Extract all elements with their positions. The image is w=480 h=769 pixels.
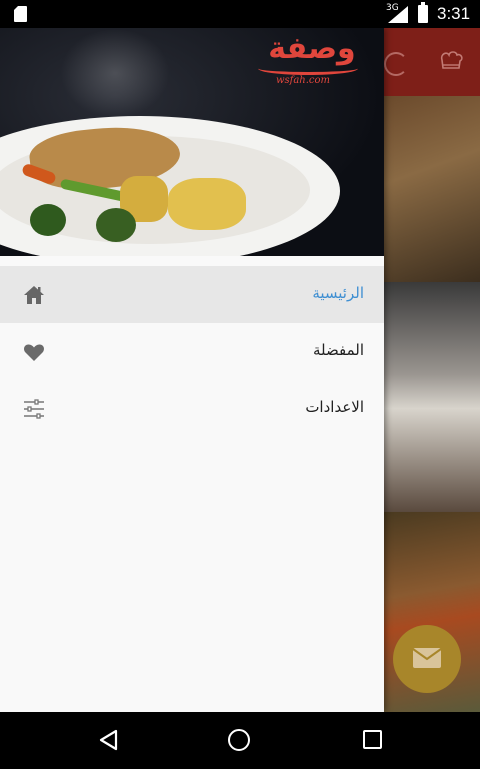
system-nav-bar [0,712,480,769]
home-icon [24,286,44,304]
back-icon[interactable] [98,729,118,751]
chef-hat-icon[interactable] [438,50,464,72]
menu-item-label: الاعدادات [305,398,364,416]
navigation-drawer: وصفة wsfah.com الرئيسية المفضلة الاعدادا… [0,28,384,712]
logo-swoosh [258,62,358,75]
signal-icon [388,6,408,23]
logo-arabic: وصفة [268,31,356,66]
menu-item-label: الرئيسية [312,284,364,302]
menu-item-settings[interactable]: الاعدادات [0,380,384,437]
recents-icon[interactable] [363,730,382,749]
drawer-header-image: وصفة wsfah.com [0,28,384,256]
refresh-icon[interactable] [384,52,408,76]
recipe-card[interactable] [384,96,480,282]
broccoli [30,204,66,236]
menu-item-favorites[interactable]: المفضلة [0,323,384,380]
drawer-menu: الرئيسية المفضلة الاعدادات [0,266,384,437]
sd-card-icon [14,6,27,22]
home-circle-icon[interactable] [228,729,250,751]
heart-icon [24,344,44,361]
mail-fab-button[interactable] [393,625,461,693]
broccoli [96,208,136,242]
battery-icon [418,2,428,23]
status-bar: 3G 3:31 [0,0,480,28]
sliders-icon [24,399,44,419]
clock: 3:31 [437,4,471,23]
recipe-card[interactable] [384,282,480,512]
envelope-icon [412,648,442,668]
logo-latin: wsfah.com [275,75,331,86]
potato [168,178,246,230]
steam [60,28,170,118]
menu-item-home[interactable]: الرئيسية [0,266,384,323]
menu-item-label: المفضلة [312,341,364,359]
